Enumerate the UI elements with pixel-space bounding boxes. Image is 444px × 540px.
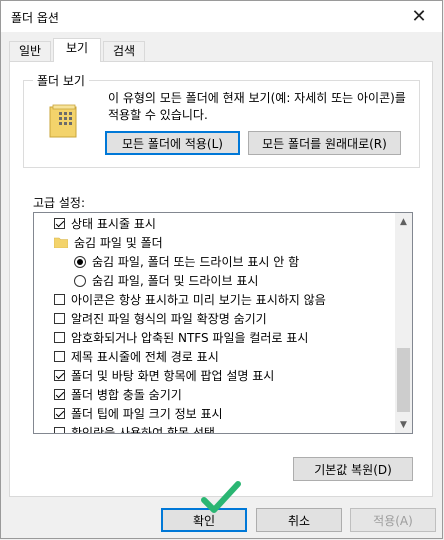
list-item[interactable]: 폴더 병합 충돌 숨기기	[34, 385, 412, 404]
list-item: 숨김 파일 및 폴더	[34, 233, 412, 252]
checkbox[interactable]	[54, 427, 65, 433]
advanced-settings-tree: 상태 표시줄 표시 숨김 파일 및 폴더 숨김 파일, 폴더 또는 드라이브 표…	[33, 212, 413, 434]
tab-view[interactable]: 보기	[53, 38, 101, 62]
scroll-down-arrow-icon[interactable]: ▼	[395, 416, 412, 433]
list-item[interactable]: 폴더 팁에 파일 크기 정보 표시	[34, 404, 412, 423]
list-item-label: 숨김 파일 및 폴더	[74, 236, 163, 250]
window-title: 폴더 옵션	[11, 11, 59, 25]
apply-to-all-folders-button[interactable]: 모든 폴더에 적용(L)	[105, 131, 240, 155]
list-item[interactable]: 알려진 파일 형식의 파일 확장명 숨기기	[34, 309, 412, 328]
list-item-label: 폴더 팁에 파일 크기 정보 표시	[71, 407, 223, 421]
list-item-label: 알려진 파일 형식의 파일 확장명 숨기기	[71, 312, 267, 326]
cancel-button[interactable]: 취소	[256, 508, 342, 532]
folder-view-icon	[49, 104, 77, 138]
list-item-label: 폴더 병합 충돌 숨기기	[71, 388, 182, 402]
checkbox[interactable]	[54, 389, 65, 400]
checkbox[interactable]	[54, 370, 65, 381]
checkbox[interactable]	[54, 351, 65, 362]
radio-button[interactable]	[74, 274, 86, 287]
title-bar: 폴더 옵션 ✕	[1, 1, 442, 32]
list-item[interactable]: 암호화되거나 압축된 NTFS 파일을 컬러로 표시	[34, 328, 412, 347]
checkbox[interactable]	[54, 332, 65, 343]
tab-search[interactable]: 검색	[103, 41, 145, 61]
checkbox[interactable]	[54, 313, 65, 324]
list-item[interactable]: 숨김 파일, 폴더 및 드라이브 표시	[34, 271, 412, 290]
list-item-label: 확인란을 사용하여 항목 선택	[71, 426, 215, 434]
list-item[interactable]: 폴더 및 바탕 화면 항목에 팝업 설명 표시	[34, 366, 412, 385]
checkbox[interactable]	[54, 218, 65, 229]
list-item[interactable]: 상태 표시줄 표시	[34, 214, 412, 233]
list-item-label: 제목 표시줄에 전체 경로 표시	[71, 350, 219, 364]
list-item[interactable]: 숨김 파일, 폴더 또는 드라이브 표시 안 함	[34, 252, 412, 271]
list-item-label: 폴더 및 바탕 화면 항목에 팝업 설명 표시	[71, 369, 275, 383]
advanced-settings-label: 고급 설정:	[33, 196, 86, 210]
list-item-label: 숨김 파일, 폴더 및 드라이브 표시	[92, 274, 259, 288]
folder-icon	[54, 237, 68, 248]
tab-general[interactable]: 일반	[9, 41, 51, 61]
list-item-label: 암호화되거나 압축된 NTFS 파일을 컬러로 표시	[71, 331, 309, 345]
list-item-label: 숨김 파일, 폴더 또는 드라이브 표시 안 함	[92, 255, 300, 269]
list-item[interactable]: 제목 표시줄에 전체 경로 표시	[34, 347, 412, 366]
folder-view-description: 이 유형의 모든 폴더에 현재 보기(예: 자세히 또는 아이콘)를 적용할 수…	[108, 91, 406, 122]
reset-folders-button[interactable]: 모든 폴더를 원래대로(R)	[248, 131, 401, 155]
checkbox[interactable]	[54, 408, 65, 419]
list-item-label: 아이콘은 항상 표시하고 미리 보기는 표시하지 않음	[71, 293, 326, 307]
list-item[interactable]: 확인란을 사용하여 항목 선택	[34, 423, 412, 434]
scroll-up-arrow-icon[interactable]: ▲	[395, 213, 412, 230]
folder-view-group-title: 폴더 보기	[33, 72, 89, 89]
radio-button[interactable]	[74, 255, 86, 268]
checkbox[interactable]	[54, 294, 65, 305]
list-item-label: 상태 표시줄 표시	[71, 217, 156, 231]
restore-defaults-button[interactable]: 기본값 복원(D)	[293, 457, 413, 481]
list-item[interactable]: 아이콘은 항상 표시하고 미리 보기는 표시하지 않음	[34, 290, 412, 309]
apply-button[interactable]: 적용(A)	[350, 508, 436, 532]
close-button[interactable]: ✕	[396, 1, 442, 32]
vertical-scrollbar[interactable]: ▲ ▼	[395, 213, 412, 433]
scrollbar-thumb[interactable]	[397, 348, 410, 412]
green-checkmark-icon	[201, 481, 241, 513]
